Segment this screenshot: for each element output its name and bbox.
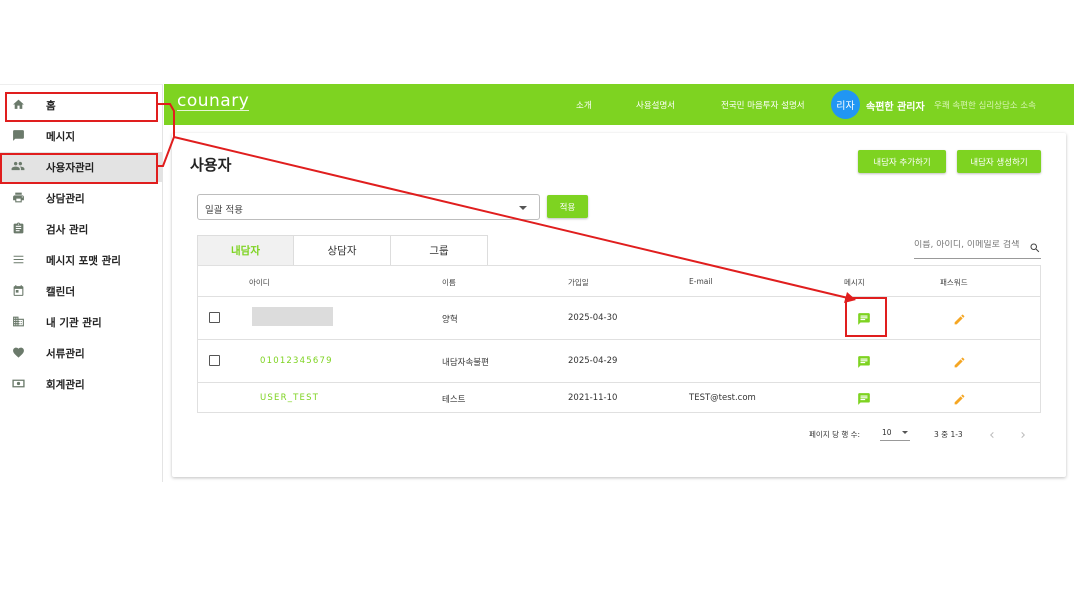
column-header-id: 아이디 — [249, 278, 270, 287]
list-icon — [11, 252, 25, 266]
user-type-tabs: 내담자 상담자 그룹 — [197, 235, 488, 265]
edit-password-icon[interactable] — [953, 391, 967, 405]
redacted-id — [252, 307, 333, 326]
sidebar-item-documents[interactable]: 서류관리 — [0, 338, 163, 368]
search-box — [914, 237, 1041, 259]
sidebar-item-label: 서류관리 — [46, 347, 85, 360]
calendar-icon — [11, 283, 25, 297]
rows-per-page-select[interactable]: 10 — [880, 423, 910, 441]
search-input[interactable] — [914, 240, 1022, 250]
message-icon — [11, 128, 25, 142]
sidebar-item-label: 상담관리 — [46, 192, 85, 205]
row-email: TEST@test.com — [689, 393, 756, 403]
dropdown-arrow-icon — [902, 431, 908, 434]
message-icon[interactable] — [857, 391, 871, 405]
column-header-email: E-mail — [689, 277, 713, 286]
row-checkbox[interactable] — [209, 355, 220, 366]
table-row: USER_TEST 테스트 2021-11-10 TEST@test.com — [198, 383, 1040, 413]
dropdown-arrow-icon — [519, 206, 527, 210]
sidebar-item-label: 메시지 포맷 관리 — [46, 254, 121, 267]
row-name: 내담자속불편 — [442, 358, 489, 368]
sidebar-item-test[interactable]: 검사 관리 — [0, 214, 163, 244]
table-row: 양혁 2025-04-30 — [198, 297, 1040, 340]
user-name: 속편한 관리자 — [866, 102, 925, 113]
previous-page-icon[interactable] — [986, 426, 998, 438]
edit-password-icon[interactable] — [953, 354, 967, 368]
sidebar-item-label: 메시지 — [46, 130, 75, 143]
tab-counselee[interactable]: 내담자 — [197, 235, 294, 265]
apply-button[interactable]: 적용 — [547, 195, 588, 218]
sidebar-item-organization[interactable]: 내 기관 관리 — [0, 307, 163, 337]
add-counselee-button[interactable]: 내담자 추가하기 — [858, 150, 946, 173]
row-id[interactable]: USER_TEST — [260, 393, 319, 403]
users-card: 사용자 내담자 추가하기 내담자 생성하기 일괄 적용 적용 내담자 상담자 그… — [172, 133, 1066, 477]
user-organization: 우쾌 속편한 심리상담소 소속 — [934, 101, 1036, 111]
table-row: 01012345679 내담자속불편 2025-04-29 — [198, 340, 1040, 383]
sidebar: 홈 메시지 사용자관리 상담관리 검사 관리 메시지 포맷 관리 캘린더 내 기… — [0, 84, 163, 482]
message-icon[interactable] — [857, 354, 871, 368]
home-icon — [11, 97, 25, 111]
create-counselee-button[interactable]: 내담자 생성하기 — [957, 150, 1041, 173]
row-name: 테스트 — [442, 395, 466, 405]
rows-per-page-value: 10 — [882, 428, 892, 437]
sidebar-item-message-format[interactable]: 메시지 포맷 관리 — [0, 245, 163, 275]
nav-link-manual[interactable]: 사용설명서 — [636, 99, 675, 111]
tab-group[interactable]: 그룹 — [391, 235, 488, 265]
column-header-name: 이름 — [442, 278, 456, 287]
row-id[interactable]: 01012345679 — [260, 356, 333, 366]
print-icon — [11, 190, 25, 204]
page-title: 사용자 — [190, 156, 232, 174]
sidebar-item-calendar[interactable]: 캘린더 — [0, 276, 163, 306]
row-joined: 2025-04-29 — [568, 356, 618, 366]
money-icon — [11, 376, 25, 390]
table-header: 아이디 이름 가입일 E-mail 메시지 패스워드 — [198, 266, 1040, 297]
avatar[interactable]: 리자 — [831, 90, 860, 119]
pagination-range: 3 중 1-3 — [934, 430, 963, 439]
column-header-joined: 가입일 — [568, 278, 589, 287]
sidebar-item-label: 사용자관리 — [46, 161, 95, 174]
top-bar: counary 소개 사용설명서 전국민 마음투자 설명서 리자 속편한 관리자… — [164, 84, 1074, 125]
sidebar-item-label: 회계관리 — [46, 378, 85, 391]
rows-per-page-label: 페이지 당 행 수: — [809, 430, 861, 439]
row-checkbox[interactable] — [209, 312, 220, 323]
sidebar-item-counseling[interactable]: 상담관리 — [0, 183, 163, 213]
building-icon — [11, 314, 25, 328]
message-icon[interactable] — [857, 311, 871, 325]
sidebar-item-label: 캘린더 — [46, 285, 75, 298]
heart-icon — [11, 345, 25, 359]
sidebar-item-label: 내 기관 관리 — [46, 316, 102, 329]
bulk-action-select[interactable]: 일괄 적용 — [197, 194, 540, 220]
next-page-icon[interactable] — [1017, 426, 1029, 438]
sidebar-item-message[interactable]: 메시지 — [0, 121, 163, 151]
sidebar-item-accounting[interactable]: 회계관리 — [0, 369, 163, 399]
nav-link-mind-investment[interactable]: 전국민 마음투자 설명서 — [721, 99, 805, 111]
people-icon — [11, 159, 25, 173]
bulk-action-value: 일괄 적용 — [205, 205, 243, 216]
column-header-password: 패스워드 — [940, 278, 968, 287]
row-joined: 2021-11-10 — [568, 393, 618, 403]
sidebar-item-user-management[interactable]: 사용자관리 — [0, 152, 163, 182]
column-header-message: 메시지 — [844, 278, 865, 287]
edit-password-icon[interactable] — [953, 311, 967, 325]
row-joined: 2025-04-30 — [568, 313, 618, 323]
search-icon[interactable] — [1029, 239, 1041, 258]
logo[interactable]: counary — [177, 91, 250, 111]
sidebar-item-label: 홈 — [46, 99, 56, 112]
sidebar-item-label: 검사 관리 — [46, 223, 89, 236]
row-name: 양혁 — [442, 315, 458, 325]
clipboard-icon — [11, 221, 25, 235]
sidebar-item-home[interactable]: 홈 — [0, 90, 163, 120]
users-table: 아이디 이름 가입일 E-mail 메시지 패스워드 양혁 2025-04-30… — [197, 265, 1041, 413]
nav-link-intro[interactable]: 소개 — [576, 99, 592, 111]
tab-counselor[interactable]: 상담자 — [294, 235, 391, 265]
